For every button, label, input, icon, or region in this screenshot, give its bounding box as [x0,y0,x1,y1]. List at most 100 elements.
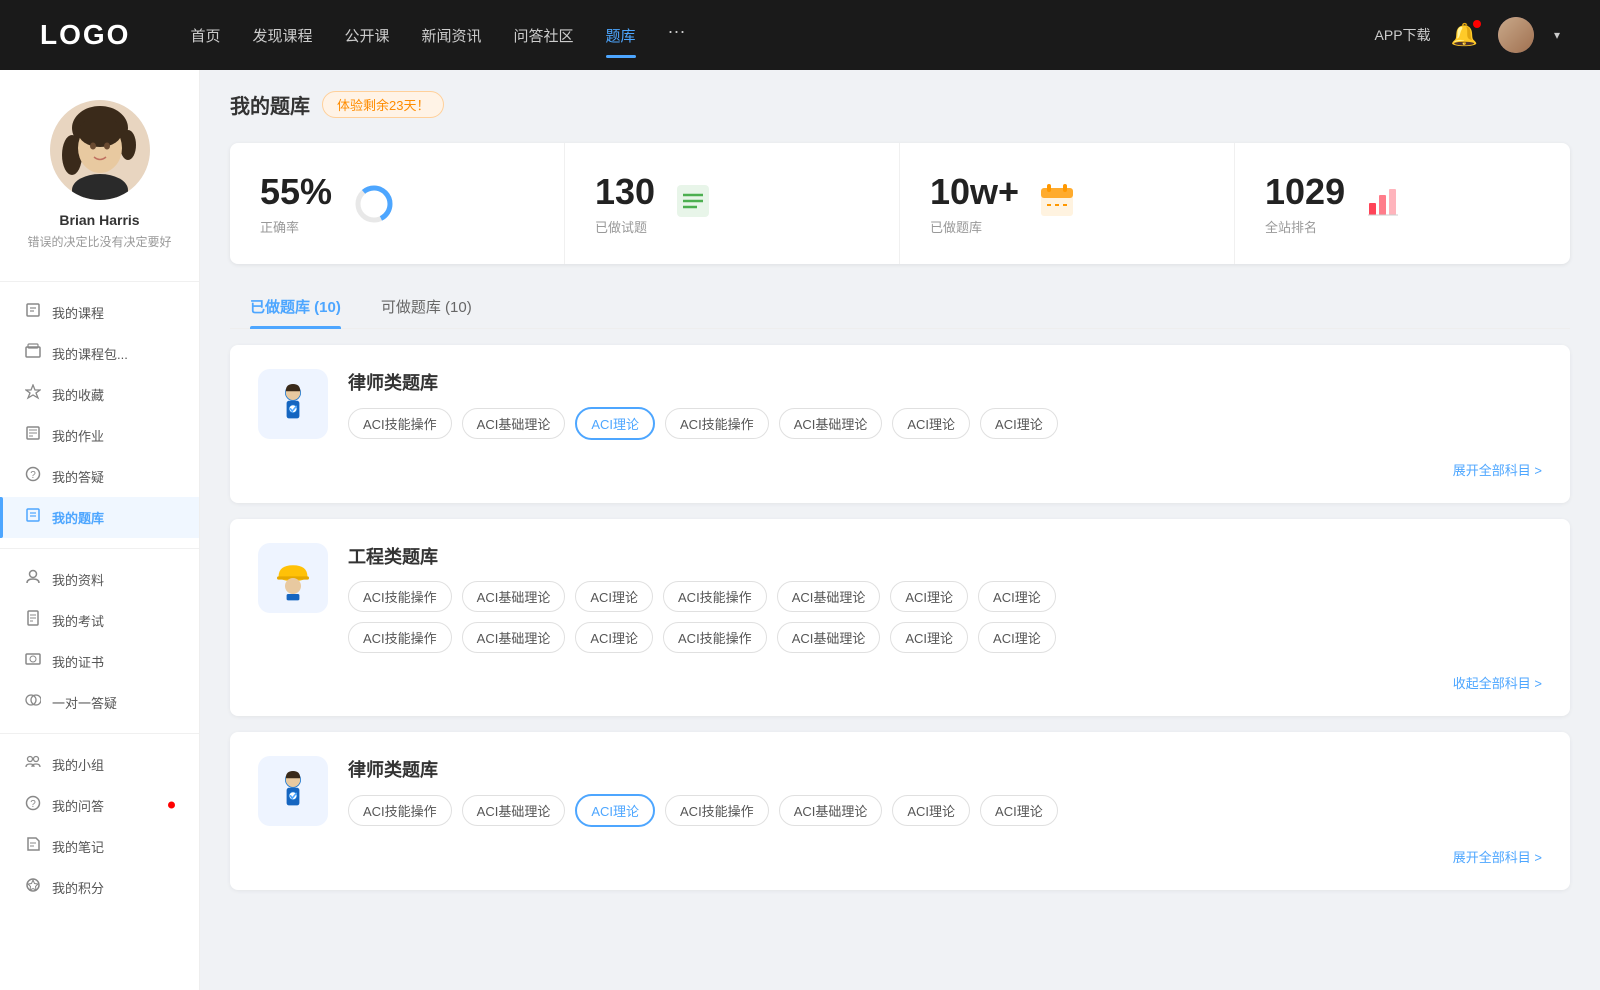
tag-1-0[interactable]: ACI技能操作 [348,408,452,439]
lawyer-icon-3 [269,767,317,815]
bar-chart-icon [1365,183,1401,224]
tag-2-1-6[interactable]: ACI理论 [978,622,1056,653]
tag-1-2[interactable]: ACI理论 [575,407,655,440]
sidebar-item-myprofile[interactable]: 我的资料 [0,559,199,600]
sidebar-item-myquestionbank[interactable]: 我的题库 [0,497,199,538]
expand-btn-2[interactable]: 收起全部科目 > [258,673,1542,692]
expand-btn-3[interactable]: 展开全部科目 > [258,847,1542,866]
tag-2-1-3[interactable]: ACI技能操作 [663,622,767,653]
tag-3-5[interactable]: ACI理论 [892,795,970,826]
page-header: 我的题库 体验剩余23天！ [230,90,1570,119]
trial-badge: 体验剩余23天！ [322,91,444,118]
tag-2-0-5[interactable]: ACI理论 [890,581,968,612]
notification-dot [1473,20,1481,28]
tag-1-6[interactable]: ACI理论 [980,408,1058,439]
tag-3-4[interactable]: ACI基础理论 [779,795,883,826]
stat-site-rank-label: 全站排名 [1265,217,1345,236]
sidebar-profile: Brian Harris 错误的决定比没有决定要好 [0,100,199,271]
sidebar-item-myexam[interactable]: 我的考试 [0,600,199,641]
tag-3-0[interactable]: ACI技能操作 [348,795,452,826]
tag-2-1-1[interactable]: ACI基础理论 [462,622,566,653]
tag-2-0-1[interactable]: ACI基础理论 [462,581,566,612]
sidebar-item-mycert[interactable]: 我的证书 [0,641,199,682]
avatar-dropdown-icon[interactable]: ▾ [1554,28,1560,42]
sidebar-item-myqa[interactable]: ? 我的答疑 [0,456,199,497]
bank-tags-3: 律师类题库 ACI技能操作 ACI基础理论 ACI理论 ACI技能操作 ACI基… [348,756,1542,827]
avatar[interactable] [1498,17,1534,53]
tag-3-2[interactable]: ACI理论 [575,794,655,827]
sidebar-item-mypoints[interactable]: 我的积分 [0,867,199,908]
navbar-right: APP下载 🔔 ▾ [1375,17,1560,53]
sidebar-label-mypoints: 我的积分 [52,878,104,897]
sidebar-item-mynotes[interactable]: 我的笔记 [0,826,199,867]
nav-qa[interactable]: 问答社区 [514,21,574,50]
tag-1-1[interactable]: ACI基础理论 [462,408,566,439]
page-title: 我的题库 [230,90,310,119]
stat-site-rank: 1029 全站排名 [1235,143,1570,264]
tag-2-0-2[interactable]: ACI理论 [575,581,653,612]
tag-3-6[interactable]: ACI理论 [980,795,1058,826]
bank-section-2: 工程类题库 ACI技能操作 ACI基础理论 ACI理论 ACI技能操作 ACI基… [230,519,1570,716]
tag-2-1-5[interactable]: ACI理论 [890,622,968,653]
tag-2-1-4[interactable]: ACI基础理论 [777,622,881,653]
myprofile-icon [24,569,42,590]
tag-2-0-3[interactable]: ACI技能操作 [663,581,767,612]
tags-row-2-1: ACI技能操作 ACI基础理论 ACI理论 ACI技能操作 ACI基础理论 AC… [348,622,1542,653]
tag-3-3[interactable]: ACI技能操作 [665,795,769,826]
sidebar-username: Brian Harris [20,212,179,228]
sidebar-item-mycoursepack[interactable]: 我的课程包... [0,333,199,374]
myqa-icon: ? [24,466,42,487]
sidebar-item-mygroup[interactable]: 我的小组 [0,744,199,785]
tabs-row: 已做题库 (10) 可做题库 (10) [230,284,1570,329]
navbar: LOGO 首页 发现课程 公开课 新闻资讯 问答社区 题库 ··· APP下载 … [0,0,1600,70]
mycoursepack-icon [24,343,42,364]
bank-tags-2: 工程类题库 ACI技能操作 ACI基础理论 ACI理论 ACI技能操作 ACI基… [348,543,1542,653]
sidebar-item-myquestion[interactable]: ? 我的问答 [0,785,199,826]
sidebar-item-myfavorite[interactable]: 我的收藏 [0,374,199,415]
app-download-btn[interactable]: APP下载 [1375,25,1431,45]
stat-site-rank-content: 1029 全站排名 [1265,171,1345,236]
avatar-image [50,100,150,200]
tag-2-0-6[interactable]: ACI理论 [978,581,1056,612]
tag-1-4[interactable]: ACI基础理论 [779,408,883,439]
nav-home[interactable]: 首页 [190,21,220,50]
lawyer-icon [269,380,317,428]
main-content: 我的题库 体验剩余23天！ 55% 正确率 [200,70,1600,990]
tags-row-3: ACI技能操作 ACI基础理论 ACI理论 ACI技能操作 ACI基础理论 AC… [348,794,1542,827]
nav-more[interactable]: ··· [668,21,686,50]
tag-2-0-0[interactable]: ACI技能操作 [348,581,452,612]
nav-news[interactable]: 新闻资讯 [422,21,482,50]
tag-3-1[interactable]: ACI基础理论 [462,795,566,826]
expand-btn-1[interactable]: 展开全部科目 > [258,460,1542,479]
tag-2-0-4[interactable]: ACI基础理论 [777,581,881,612]
mygroup-icon [24,754,42,775]
tab-done-banks[interactable]: 已做题库 (10) [230,284,361,329]
bank-header-3: 律师类题库 ACI技能操作 ACI基础理论 ACI理论 ACI技能操作 ACI基… [258,756,1542,827]
tag-1-3[interactable]: ACI技能操作 [665,408,769,439]
sidebar-label-myquestion: 我的问答 [52,796,104,815]
myexam-icon [24,610,42,631]
bank-section-3: 律师类题库 ACI技能操作 ACI基础理论 ACI理论 ACI技能操作 ACI基… [230,732,1570,890]
tag-2-1-2[interactable]: ACI理论 [575,622,653,653]
tag-1-5[interactable]: ACI理论 [892,408,970,439]
bank-title-2: 工程类题库 [348,543,1542,569]
sidebar-label-myprofile: 我的资料 [52,570,104,589]
nav-discover[interactable]: 发现课程 [252,21,312,50]
bank-icon-1 [258,369,328,439]
nav-questionbank[interactable]: 题库 [606,21,636,50]
sidebar-item-mycourse[interactable]: 我的课程 [0,292,199,333]
bank-icon-3 [258,756,328,826]
page-wrapper: Brian Harris 错误的决定比没有决定要好 我的课程 我的课程包... … [0,0,1600,990]
myquestion-icon: ? [24,795,42,816]
nav-menu: 首页 发现课程 公开课 新闻资讯 问答社区 题库 ··· [190,21,1374,50]
sidebar-item-1on1qa[interactable]: 一对一答疑 [0,682,199,723]
sidebar-label-mycert: 我的证书 [52,652,104,671]
bank-header-2: 工程类题库 ACI技能操作 ACI基础理论 ACI理论 ACI技能操作 ACI基… [258,543,1542,653]
sidebar-divider-1 [0,281,199,282]
tab-available-banks[interactable]: 可做题库 (10) [361,284,492,329]
nav-opencourse[interactable]: 公开课 [344,21,389,50]
bank-section-1: 律师类题库 ACI技能操作 ACI基础理论 ACI理论 ACI技能操作 ACI基… [230,345,1570,503]
sidebar-item-myhomework[interactable]: 我的作业 [0,415,199,456]
notification-bell[interactable]: 🔔 [1451,22,1478,48]
tag-2-1-0[interactable]: ACI技能操作 [348,622,452,653]
